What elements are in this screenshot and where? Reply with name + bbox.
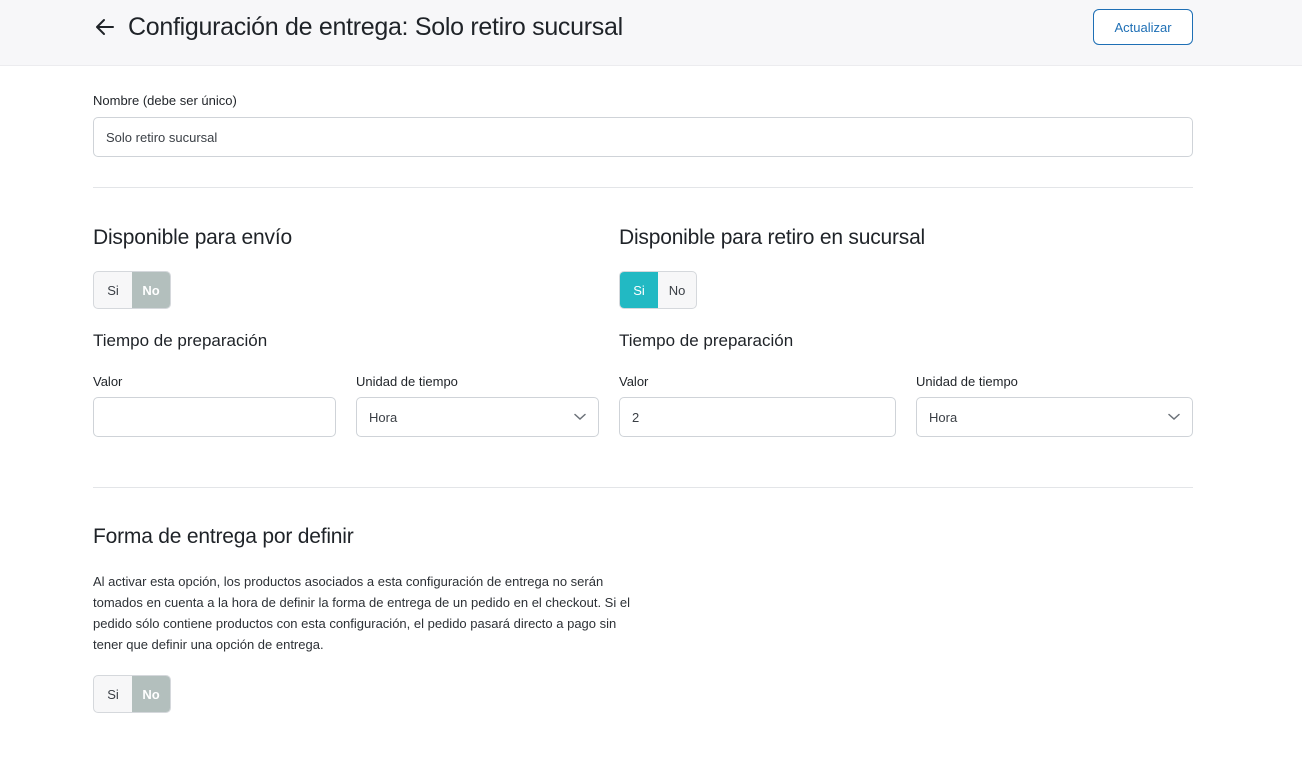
- back-button[interactable]: [92, 14, 118, 40]
- pickup-title: Disponible para retiro en sucursal: [619, 226, 926, 249]
- shipping-yes-option[interactable]: Si: [94, 272, 132, 308]
- page-title: Configuración de entrega: Solo retiro su…: [128, 13, 623, 41]
- undefined-delivery-yes-option[interactable]: Si: [94, 676, 132, 712]
- undefined-delivery-description: Al activar esta opción, los productos as…: [93, 574, 630, 652]
- pickup-unit-value: Hora: [929, 409, 958, 425]
- header-bar: Configuración de entrega: Solo retiro su…: [0, 0, 1302, 66]
- shipping-unit-value: Hora: [369, 409, 398, 425]
- chevron-down-icon: [1168, 413, 1180, 421]
- arrow-left-icon: [96, 19, 114, 35]
- shipping-prep-title: Tiempo de preparación: [93, 331, 268, 350]
- name-label: Nombre (debe ser único): [93, 93, 237, 108]
- shipping-toggle: Si No: [93, 271, 171, 309]
- shipping-title: Disponible para envío: [93, 226, 292, 249]
- shipping-no-option[interactable]: No: [132, 272, 170, 308]
- shipping-unit-label: Unidad de tiempo: [356, 374, 458, 389]
- shipping-value-input[interactable]: [93, 397, 336, 437]
- pickup-value-label: Valor: [619, 374, 649, 389]
- pickup-unit-select[interactable]: Hora: [916, 397, 1193, 437]
- pickup-unit-label: Unidad de tiempo: [916, 374, 1018, 389]
- pickup-no-option[interactable]: No: [658, 272, 696, 308]
- name-input[interactable]: Solo retiro sucursal: [93, 117, 1193, 157]
- undefined-delivery-no-option[interactable]: No: [132, 676, 170, 712]
- pickup-prep-title: Tiempo de preparación: [619, 331, 794, 350]
- undefined-delivery-title: Forma de entrega por definir: [93, 525, 354, 548]
- divider: [93, 187, 1193, 188]
- shipping-value-label: Valor: [93, 374, 123, 389]
- pickup-toggle: Si No: [619, 271, 697, 309]
- undefined-delivery-toggle: Si No: [93, 675, 171, 713]
- pickup-yes-option[interactable]: Si: [620, 272, 658, 308]
- chevron-down-icon: [574, 413, 586, 421]
- pickup-value-input[interactable]: 2: [619, 397, 896, 437]
- update-button[interactable]: Actualizar: [1093, 9, 1193, 45]
- divider: [93, 487, 1193, 488]
- shipping-unit-select[interactable]: Hora: [356, 397, 599, 437]
